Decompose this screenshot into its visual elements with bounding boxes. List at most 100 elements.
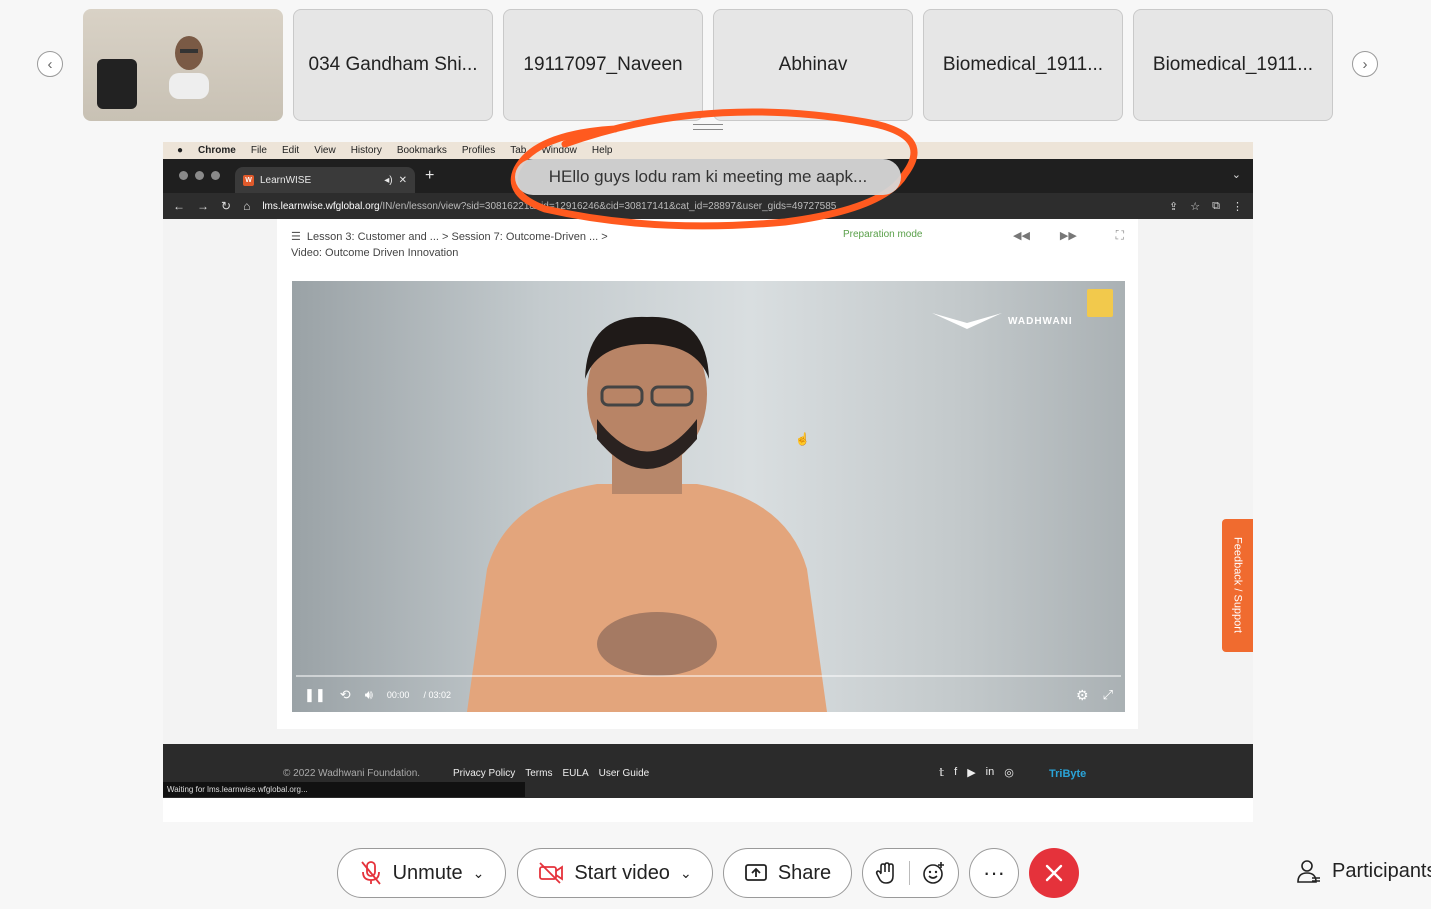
toolbar-icons: ⇪ ☆ ⧉ ⋮ bbox=[1169, 200, 1243, 213]
unmute-button[interactable]: Unmute ⌄ bbox=[337, 848, 506, 898]
menu-app-name: Chrome bbox=[198, 145, 236, 156]
reactions-button[interactable] bbox=[910, 861, 958, 885]
participant-tile[interactable]: Biomedical_1911... bbox=[923, 9, 1123, 121]
participant-name: Abhinav bbox=[778, 54, 848, 75]
url-host: lms.learnwise.wfglobal.org bbox=[262, 200, 380, 212]
scroll-left-button[interactable]: ‹ bbox=[37, 51, 63, 77]
back-icon: ← bbox=[173, 199, 185, 213]
replay-10-icon: ⟲ bbox=[339, 687, 351, 702]
raise-hand-button[interactable] bbox=[863, 861, 910, 885]
breadcrumb: ☰ Lesson 3: Customer and ... > Session 7:… bbox=[291, 229, 608, 261]
end-call-button[interactable] bbox=[1029, 848, 1079, 898]
fullscreen-icon: ⛶ bbox=[1115, 228, 1124, 242]
youtube-icon: ▶ bbox=[967, 767, 976, 779]
share-screen-icon bbox=[744, 864, 767, 881]
facebook-icon: f bbox=[954, 766, 958, 778]
social-icons: 𝕥 f ▶ in ◎ bbox=[939, 766, 1014, 779]
footer-link: EULA bbox=[562, 768, 589, 779]
new-tab-icon: + bbox=[425, 167, 435, 184]
participant-tile-self[interactable] bbox=[83, 9, 283, 121]
apple-icon: ● bbox=[177, 145, 184, 156]
preparation-mode-label: Preparation mode bbox=[843, 229, 923, 240]
close-tab-icon: ✕ bbox=[398, 174, 407, 186]
lesson-title: Video: Outcome Driven Innovation bbox=[291, 247, 459, 259]
resize-handle[interactable] bbox=[693, 124, 723, 130]
tab-title: LearnWISE bbox=[260, 174, 312, 186]
close-x-icon bbox=[1045, 864, 1063, 882]
menu-item: File bbox=[250, 145, 267, 156]
reload-icon: ↻ bbox=[221, 199, 232, 213]
reactions-group bbox=[862, 848, 959, 898]
office-chair-icon bbox=[97, 59, 137, 109]
web-page: ☰ Lesson 3: Customer and ... > Session 7:… bbox=[163, 219, 1253, 744]
wadhwani-logo: WADHWANI bbox=[932, 311, 1073, 331]
emoji-reaction-icon bbox=[923, 862, 944, 884]
url-text: lms.learnwise.wfglobal.org/IN/en/lesson/… bbox=[262, 201, 1157, 212]
chevron-right-icon: › bbox=[1362, 55, 1368, 73]
copyright-text: © 2022 Wadhwani Foundation. bbox=[283, 768, 421, 779]
extension-icon: ⧉ bbox=[1212, 199, 1220, 212]
lesson-nav: ◀◀ ▶▶ bbox=[1013, 229, 1077, 242]
breadcrumb-path: Lesson 3: Customer and ... > Session 7: … bbox=[306, 231, 608, 243]
participants-label: Participants bbox=[1332, 859, 1431, 882]
footer-link: Terms bbox=[525, 768, 553, 779]
volume-icon: 🔊︎ bbox=[364, 687, 373, 702]
rewind-icon: ◀◀ bbox=[1013, 230, 1030, 242]
chat-message-text: HEllo guys lodu ram ki meeting me aapk..… bbox=[548, 167, 868, 186]
lesson-panel: ☰ Lesson 3: Customer and ... > Session 7:… bbox=[277, 219, 1138, 729]
participant-name: Biomedical_1911... bbox=[942, 54, 1104, 75]
browser-tab: W LearnWISE ◂) ✕ bbox=[235, 167, 415, 193]
scroll-right-button[interactable]: › bbox=[1352, 51, 1378, 77]
video-current-time: 00:00 bbox=[386, 690, 410, 700]
participants-button[interactable]: Participants bbox=[1296, 858, 1431, 884]
video-controls: ❚❚ ⟲ 🔊︎ 00:00 / 03:02 ⚙ ⤢ bbox=[292, 675, 1125, 712]
settings-gear-icon: ⚙ bbox=[1076, 686, 1089, 703]
share-button[interactable]: Share bbox=[723, 848, 852, 898]
footer-link: Privacy Policy bbox=[453, 768, 516, 779]
participant-name: Biomedical_1911... bbox=[1152, 54, 1314, 75]
start-video-button[interactable]: Start video ⌄ bbox=[517, 848, 713, 898]
video-progress-bar bbox=[296, 675, 1121, 677]
participant-tile[interactable]: Biomedical_1911... bbox=[1133, 9, 1333, 121]
logo-text: WADHWANI bbox=[1008, 315, 1073, 327]
participant-tile[interactable]: 034 Gandham Shi... bbox=[293, 9, 493, 121]
home-icon: ⌂ bbox=[243, 199, 251, 213]
participant-name: 034 Gandham Shi... bbox=[308, 54, 478, 75]
hand-cursor-icon: ☝ bbox=[795, 432, 810, 446]
video-player: WADHWANI ☝ ❚❚ ⟲ 🔊︎ 00:00 / 03:02 ⚙ ⤢ bbox=[292, 281, 1125, 712]
star-icon: ☆ bbox=[1190, 200, 1201, 213]
learnwise-favicon-icon: W bbox=[243, 174, 254, 186]
participants-icon bbox=[1297, 860, 1320, 883]
video-off-icon bbox=[539, 862, 564, 884]
footer-links: Privacy Policy Terms EULA User Guide bbox=[453, 768, 649, 779]
chevron-left-icon: ‹ bbox=[47, 55, 53, 73]
menu-item: Help bbox=[591, 145, 613, 156]
sticky-note-icon bbox=[1087, 289, 1113, 317]
url-path: /IN/en/lesson/view?sid=30816221&vid=1291… bbox=[379, 200, 837, 212]
feedback-support-tab: Feedback / Support bbox=[1222, 519, 1253, 652]
footer-link: User Guide bbox=[598, 768, 650, 779]
menu-item: Edit bbox=[281, 145, 300, 156]
wings-logo-icon bbox=[932, 313, 1002, 329]
chat-notification[interactable]: HEllo guys lodu ram ki meeting me aapk..… bbox=[515, 159, 901, 195]
muted-mic-icon bbox=[360, 861, 381, 885]
participant-tile[interactable]: Abhinav bbox=[713, 9, 913, 121]
menu-item: Window bbox=[541, 145, 577, 156]
hamburger-icon: ☰ bbox=[291, 231, 301, 243]
share-label: Share bbox=[777, 861, 832, 884]
more-dots-icon: ··· bbox=[983, 860, 1005, 885]
chevron-down-icon: ⌄ bbox=[472, 864, 485, 881]
more-options-button[interactable]: ··· bbox=[969, 848, 1019, 898]
menu-dots-icon: ⋮ bbox=[1232, 200, 1243, 213]
menu-item: View bbox=[314, 145, 336, 156]
chevron-down-icon: ⌄ bbox=[1231, 169, 1241, 181]
menu-item: Profiles bbox=[461, 145, 496, 156]
participant-tile[interactable]: 19117097_Naveen bbox=[503, 9, 703, 121]
browser-status-bar: Waiting for lms.learnwise.wfglobal.org..… bbox=[163, 782, 525, 797]
window-controls bbox=[179, 171, 220, 180]
pause-icon: ❚❚ bbox=[304, 687, 326, 702]
linkedin-icon: in bbox=[985, 766, 995, 778]
person-avatar bbox=[169, 36, 209, 99]
video-duration: / 03:02 bbox=[423, 690, 451, 700]
fullscreen-expand-icon: ⤢ bbox=[1102, 687, 1113, 702]
